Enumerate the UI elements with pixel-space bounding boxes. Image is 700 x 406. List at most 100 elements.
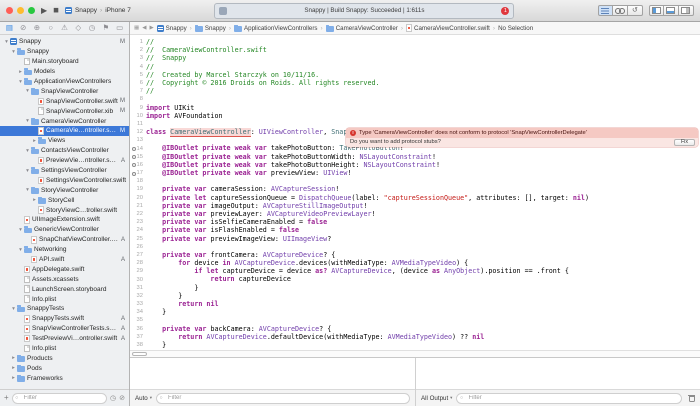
stop-button[interactable]: ◼ [53,7,59,14]
clear-console-icon[interactable] [688,394,695,402]
breadcrumb-item[interactable]: Snappy [195,25,226,32]
minimize-window-button[interactable] [17,7,24,14]
line-number[interactable]: 31 [130,285,146,291]
code-line[interactable]: 26 [130,243,700,251]
issue-navigator-icon[interactable]: ⚠ [58,24,71,32]
back-button[interactable]: ◀ [142,25,146,31]
code-line[interactable]: 2// CameraViewController.swift [130,46,700,54]
file-tree-row[interactable]: CameraVie…ntroller.swiftM [0,126,129,136]
file-tree-row[interactable]: UIImageExtension.swift [0,215,129,225]
file-tree-row[interactable]: ▾Snappy [0,47,129,57]
console-output[interactable] [416,358,700,389]
line-number[interactable]: 27 [130,252,146,258]
line-number[interactable]: 2 [130,47,146,53]
code-line[interactable]: 27 private var frontCamera: AVCaptureDev… [130,251,700,259]
code-line[interactable]: 3// Snappy [130,54,700,62]
outlet-connector-icon[interactable] [132,172,136,176]
file-tree-row[interactable]: ▾ContactsViewController [0,146,129,156]
outlet-connector-icon[interactable] [132,155,136,159]
code-line[interactable]: 23 private var isSelfieCameraEnabled = f… [130,218,700,226]
line-number[interactable]: 22 [130,211,146,217]
scrollbar-thumb[interactable] [132,352,147,356]
breakpoint-navigator-icon[interactable]: ⚑ [99,24,112,32]
file-tree-row[interactable]: ▾SnappyTests [0,304,129,314]
code-line[interactable]: 8 [130,95,700,103]
file-tree-row[interactable]: SnappyTests.swiftA [0,314,129,324]
code-line[interactable]: 10import AVFoundation [130,112,700,120]
line-number[interactable]: 11 [130,121,146,127]
file-tree-row[interactable]: SettingsViewController.swift [0,175,129,185]
code-line[interactable]: 7// [130,87,700,95]
code-line[interactable]: 6// Copyright © 2016 Droids on Roids. Al… [130,79,700,87]
toggle-debug-area-button[interactable] [664,5,679,16]
toggle-inspector-button[interactable] [679,5,694,16]
assistant-editor-button[interactable] [613,5,628,16]
line-number[interactable]: 33 [130,301,146,307]
line-number[interactable]: 23 [130,219,146,225]
file-tree-row[interactable]: ▾SnappyM [0,37,129,47]
disclosure-open-icon[interactable]: ▾ [24,88,31,94]
line-number[interactable]: 24 [130,227,146,233]
code-line[interactable]: 1// [130,38,700,46]
line-number[interactable]: 1 [130,39,146,45]
line-number[interactable]: 25 [130,236,146,242]
fix-button[interactable]: Fix [674,139,695,147]
file-tree-row[interactable]: API.swiftA [0,255,129,265]
related-items-icon[interactable]: ▦ [134,25,139,31]
find-navigator-icon[interactable]: ○ [44,24,57,32]
source-control-navigator-icon[interactable]: ⊘ [17,24,30,32]
file-tree-row[interactable]: ▾SnapViewController [0,86,129,96]
file-tree-row[interactable]: Assets.xcassets [0,274,129,284]
outlet-connector-icon[interactable] [132,147,136,151]
close-window-button[interactable] [6,7,13,14]
file-tree-row[interactable]: SnapChatViewController.swiftA [0,235,129,245]
line-number[interactable]: 19 [130,186,146,192]
line-number[interactable]: 5 [130,72,146,78]
line-number[interactable]: 30 [130,277,146,283]
add-file-button[interactable]: + [4,394,9,402]
line-number[interactable]: 10 [130,113,146,119]
code-line[interactable]: 28 for device in AVCaptureDevice.devices… [130,259,700,267]
file-tree-row[interactable]: ▸Pods [0,363,129,373]
disclosure-open-icon[interactable]: ▾ [10,49,17,55]
breadcrumb-item[interactable]: CameraViewController.swift [406,24,490,32]
file-tree-row[interactable]: ▾ApplicationViewControllers [0,77,129,87]
line-number[interactable]: 37 [130,334,146,340]
line-number[interactable]: 12 [130,129,146,135]
code-line[interactable]: 16 @IBOutlet private weak var takePhotoB… [130,161,700,169]
file-tree-row[interactable]: ▾GenericViewController [0,225,129,235]
code-line[interactable]: 34 } [130,308,700,316]
test-navigator-icon[interactable]: ◇ [72,24,85,32]
code-line[interactable]: 32 } [130,292,700,300]
line-number[interactable]: 3 [130,55,146,61]
source-editor[interactable]: 1//2// CameraViewController.swift3// Sna… [130,35,700,350]
run-button[interactable]: ▶ [41,7,47,15]
toggle-navigator-button[interactable] [649,5,664,16]
file-tree-row[interactable]: Info.plist [0,294,129,304]
code-line[interactable]: 33 return nil [130,300,700,308]
line-number[interactable]: 26 [130,244,146,250]
code-line[interactable]: 35 [130,316,700,324]
line-number[interactable]: 8 [130,96,146,102]
code-line[interactable]: 25 private var previewImageView: UIImage… [130,235,700,243]
disclosure-open-icon[interactable]: ▾ [24,148,31,154]
standard-editor-button[interactable] [598,5,613,16]
file-tree-row[interactable]: ▾CameraViewController [0,116,129,126]
code-line[interactable]: 37 return AVCaptureDevice.defaultDevice(… [130,333,700,341]
disclosure-open-icon[interactable]: ▾ [17,227,24,233]
file-tree-row[interactable]: PreviewVie…ntroller.swiftA [0,156,129,166]
breadcrumb-item[interactable]: No Selection [498,25,533,32]
code-line[interactable]: 20 private let captureSessionQueue = Dis… [130,194,700,202]
code-line[interactable]: 5// Created by Marcel Starczyk on 10/11/… [130,71,700,79]
disclosure-closed-icon[interactable]: ▸ [10,365,17,371]
file-tree-row[interactable]: SnapViewController.xibM [0,106,129,116]
code-line[interactable]: 31 } [130,284,700,292]
code-line[interactable]: 29 if let captureDevice = device as? AVC… [130,267,700,275]
activity-viewer[interactable]: Snappy | Build Snappy: Succeeded | 1:611… [214,3,514,19]
disclosure-open-icon[interactable]: ▾ [24,187,31,193]
line-number[interactable]: 36 [130,326,146,332]
file-tree-row[interactable]: ▸Views [0,136,129,146]
file-tree-row[interactable]: SnapViewControllerTests.swiftA [0,324,129,334]
code-line[interactable]: 38 } [130,341,700,349]
line-number[interactable]: 16 [130,162,146,168]
